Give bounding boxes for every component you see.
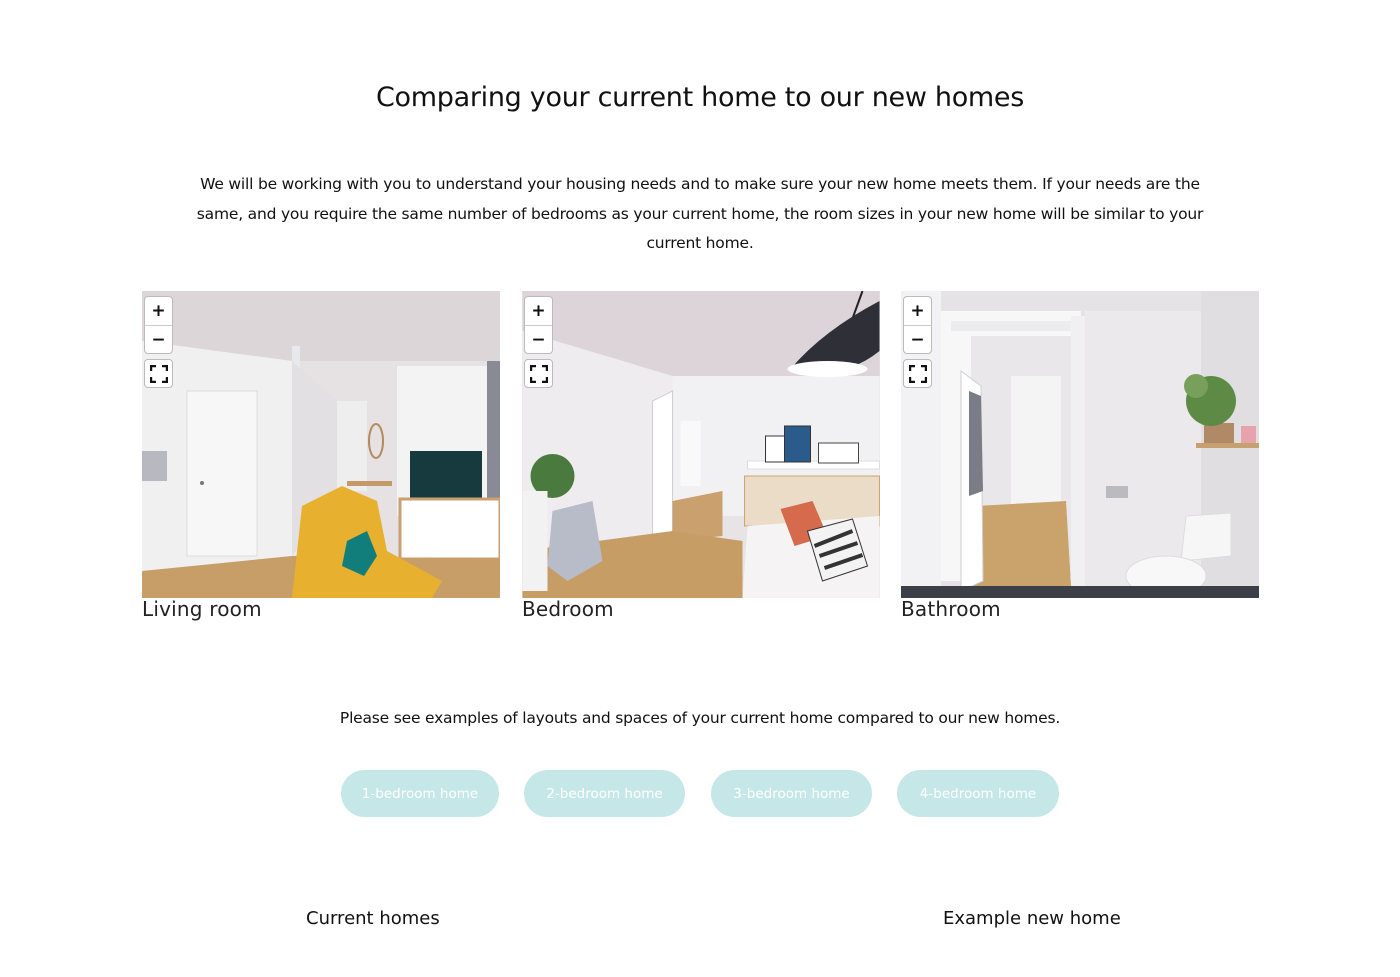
zoom-control: + − [903, 296, 932, 354]
fullscreen-icon [908, 364, 927, 383]
zoom-control: + − [524, 296, 553, 354]
zoom-out-button[interactable]: − [145, 325, 172, 353]
bedroom-viewer[interactable]: + − [522, 291, 880, 598]
two-bedroom-button[interactable]: 2-bedroom home [524, 770, 685, 817]
zoom-in-button[interactable]: + [904, 297, 931, 325]
one-bedroom-button[interactable]: 1-bedroom home [341, 770, 499, 817]
living-room-image [142, 291, 500, 598]
fullscreen-button[interactable] [903, 359, 932, 388]
intro-paragraph: We will be working with you to understan… [196, 175, 1204, 252]
room-caption: Bathroom [901, 597, 1001, 621]
zoom-out-button[interactable]: − [904, 325, 931, 353]
three-bedroom-button[interactable]: 3-bedroom home [711, 770, 872, 817]
fullscreen-button[interactable] [144, 359, 173, 388]
page-title: Comparing your current home to our new h… [376, 82, 1024, 113]
fullscreen-icon [529, 364, 548, 383]
room-caption: Living room [142, 597, 262, 621]
bathroom-image [901, 291, 1259, 598]
zoom-control: + − [144, 296, 173, 354]
bedroom-image [522, 291, 880, 598]
fullscreen-icon [149, 364, 168, 383]
fullscreen-button[interactable] [524, 359, 553, 388]
zoom-in-button[interactable]: + [145, 297, 172, 325]
example-new-home-heading: Example new home [943, 908, 1121, 929]
living-room-viewer[interactable]: + − [142, 291, 500, 598]
current-homes-heading: Current homes [306, 908, 440, 929]
zoom-out-button[interactable]: − [525, 325, 552, 353]
room-caption: Bedroom [522, 597, 614, 621]
four-bedroom-button[interactable]: 4-bedroom home [897, 770, 1059, 817]
examples-text: Please see examples of layouts and space… [339, 709, 1061, 727]
bathroom-viewer[interactable]: + − [901, 291, 1259, 598]
zoom-in-button[interactable]: + [525, 297, 552, 325]
